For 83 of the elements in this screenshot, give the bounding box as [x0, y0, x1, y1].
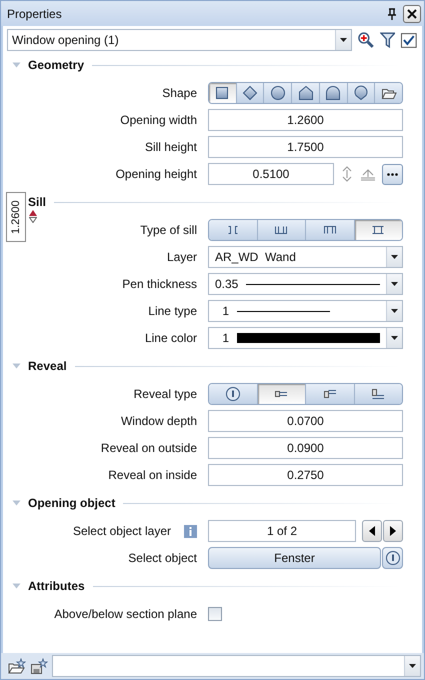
- info-icon[interactable]: [224, 386, 241, 402]
- section-title[interactable]: Opening object: [28, 496, 116, 510]
- dropdown-field[interactable]: 1: [208, 300, 403, 322]
- dropdown-field[interactable]: 1: [208, 327, 403, 349]
- number-field[interactable]: 1.2600: [208, 109, 403, 131]
- next-button[interactable]: [383, 520, 403, 542]
- left-arrow-icon[interactable]: [369, 526, 375, 536]
- field-label: Shape: [162, 86, 197, 100]
- number-field[interactable]: 0.2750: [208, 464, 403, 486]
- field-label: Opening width: [120, 113, 197, 127]
- field-label: Window depth: [120, 414, 197, 428]
- dropdown-caret-icon[interactable]: [391, 255, 398, 259]
- option-button[interactable]: [305, 384, 354, 404]
- field-label: Pen thickness: [122, 277, 197, 291]
- reveal-inner-icon[interactable]: [370, 386, 386, 402]
- dropdown-caret-icon[interactable]: [391, 309, 398, 313]
- pin-icon[interactable]: [387, 8, 397, 20]
- field-label: Select object: [128, 551, 197, 565]
- right-arrow-icon[interactable]: [390, 526, 396, 536]
- window-title: Properties: [7, 6, 62, 20]
- pentagon-icon[interactable]: [298, 85, 314, 101]
- open-favorite-icon[interactable]: [8, 658, 26, 674]
- section-title[interactable]: Reveal: [28, 359, 67, 373]
- option-button[interactable]: [209, 220, 256, 240]
- diamond-icon[interactable]: [242, 85, 258, 101]
- option-button[interactable]: [256, 220, 305, 240]
- section-title[interactable]: Attributes: [28, 579, 85, 593]
- option-button[interactable]: [256, 384, 305, 404]
- checkbox-icon[interactable]: [400, 31, 418, 49]
- field-label: Sill height: [144, 140, 197, 154]
- drop-icon[interactable]: [352, 85, 369, 101]
- filter-icon[interactable]: [380, 31, 396, 49]
- dots-icon[interactable]: [387, 172, 398, 176]
- dropdown-field[interactable]: AR_WD Wand: [208, 246, 403, 268]
- option-button[interactable]: [354, 384, 402, 404]
- field-label: Reveal on outside: [100, 441, 197, 455]
- number-field[interactable]: 0.5100: [208, 163, 334, 185]
- previous-button[interactable]: [362, 520, 382, 542]
- field-label: Reveal type: [134, 387, 197, 401]
- section-title[interactable]: Sill: [28, 195, 46, 209]
- arch-icon[interactable]: [325, 85, 342, 101]
- option-button[interactable]: [374, 83, 402, 103]
- field-label: Reveal on inside: [108, 468, 197, 482]
- field-label: Above/below section plane: [54, 607, 197, 621]
- option-button[interactable]: [354, 220, 402, 240]
- option-button[interactable]: [209, 384, 256, 404]
- field-label: Line color: [144, 331, 197, 345]
- close-icon[interactable]: [407, 8, 417, 18]
- up-down-arrows-icon[interactable]: [29, 210, 37, 223]
- option-button[interactable]: [209, 83, 236, 103]
- object-dropdown[interactable]: Window opening (1): [7, 29, 352, 51]
- dropdown-caret-icon[interactable]: [391, 282, 398, 286]
- option-button[interactable]: [346, 83, 374, 103]
- raise-icon[interactable]: [360, 167, 376, 181]
- option-button[interactable]: [236, 83, 264, 103]
- checkbox[interactable]: [208, 607, 222, 621]
- save-favorite-icon[interactable]: [30, 658, 48, 674]
- dropdown-field[interactable]: 0.35: [208, 273, 403, 295]
- field-label: Opening height: [116, 167, 197, 181]
- zoom-icon[interactable]: [357, 31, 375, 49]
- square-icon[interactable]: [214, 85, 230, 101]
- number-field[interactable]: 1 of 2: [208, 520, 356, 542]
- field-label: Select object layer: [72, 524, 171, 538]
- dropdown-caret-icon[interactable]: [391, 336, 398, 340]
- close-button[interactable]: [403, 4, 421, 22]
- circle-icon[interactable]: [270, 85, 286, 101]
- section-title[interactable]: Geometry: [28, 58, 84, 72]
- number-field[interactable]: 1.7500: [208, 136, 403, 158]
- more-button[interactable]: [382, 164, 403, 184]
- up-down-arrows-icon[interactable]: [341, 166, 353, 182]
- number-field[interactable]: 0.0700: [208, 410, 403, 432]
- option-button[interactable]: [263, 83, 292, 103]
- dropdown-caret-icon[interactable]: [340, 38, 347, 42]
- select-button[interactable]: Fenster: [208, 547, 381, 569]
- value-tooltip: 1.2600: [6, 192, 26, 242]
- field-label: Type of sill: [140, 223, 197, 237]
- field-label: Layer: [166, 250, 197, 264]
- number-field[interactable]: 0.0900: [208, 437, 403, 459]
- option-button[interactable]: [318, 83, 347, 103]
- option-button[interactable]: [291, 83, 319, 103]
- option-button[interactable]: [305, 220, 354, 240]
- dropdown-caret-icon[interactable]: [409, 664, 416, 668]
- field-label: Line type: [148, 304, 197, 318]
